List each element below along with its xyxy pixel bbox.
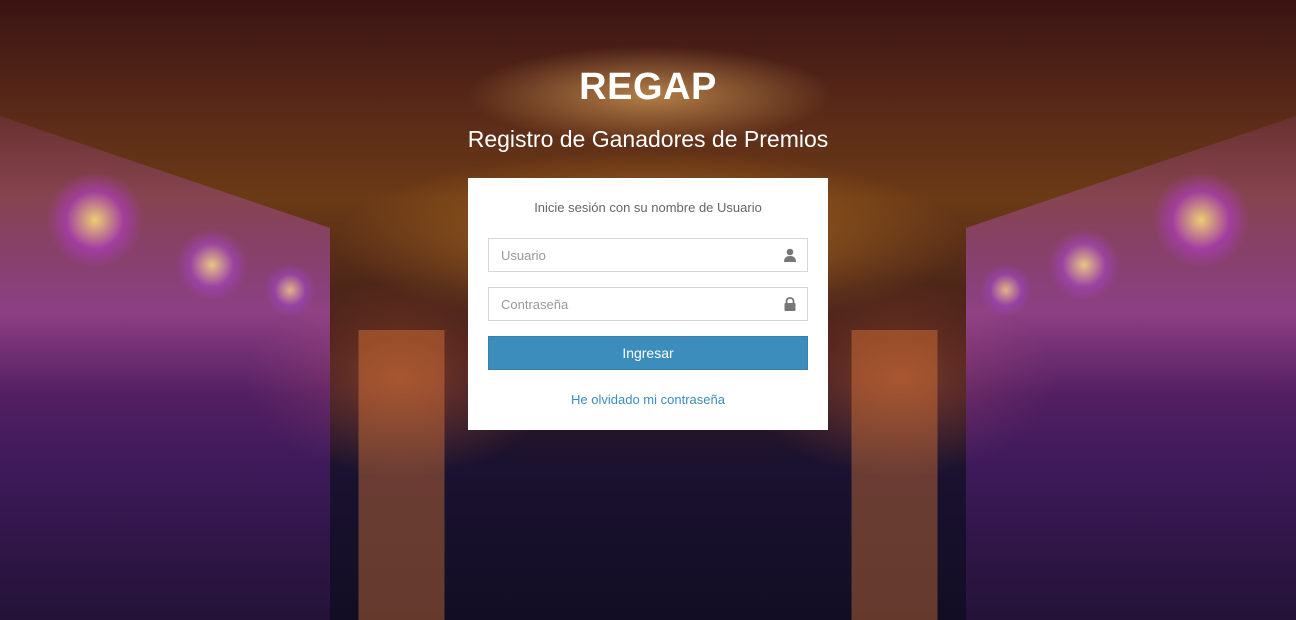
lock-icon xyxy=(784,297,796,311)
password-input[interactable] xyxy=(489,288,781,320)
user-icon xyxy=(784,248,796,262)
login-box: Inicie sesión con su nombre de Usuario I… xyxy=(468,178,828,430)
username-field xyxy=(488,238,808,272)
page-title: REGAP xyxy=(579,66,717,108)
login-button[interactable]: Ingresar xyxy=(488,336,808,370)
password-field xyxy=(488,287,808,321)
username-input[interactable] xyxy=(489,239,781,271)
forgot-password-link[interactable]: He olvidado mi contraseña xyxy=(468,392,828,407)
page-subtitle: Registro de Ganadores de Premios xyxy=(467,126,829,152)
login-message: Inicie sesión con su nombre de Usuario xyxy=(534,200,762,215)
